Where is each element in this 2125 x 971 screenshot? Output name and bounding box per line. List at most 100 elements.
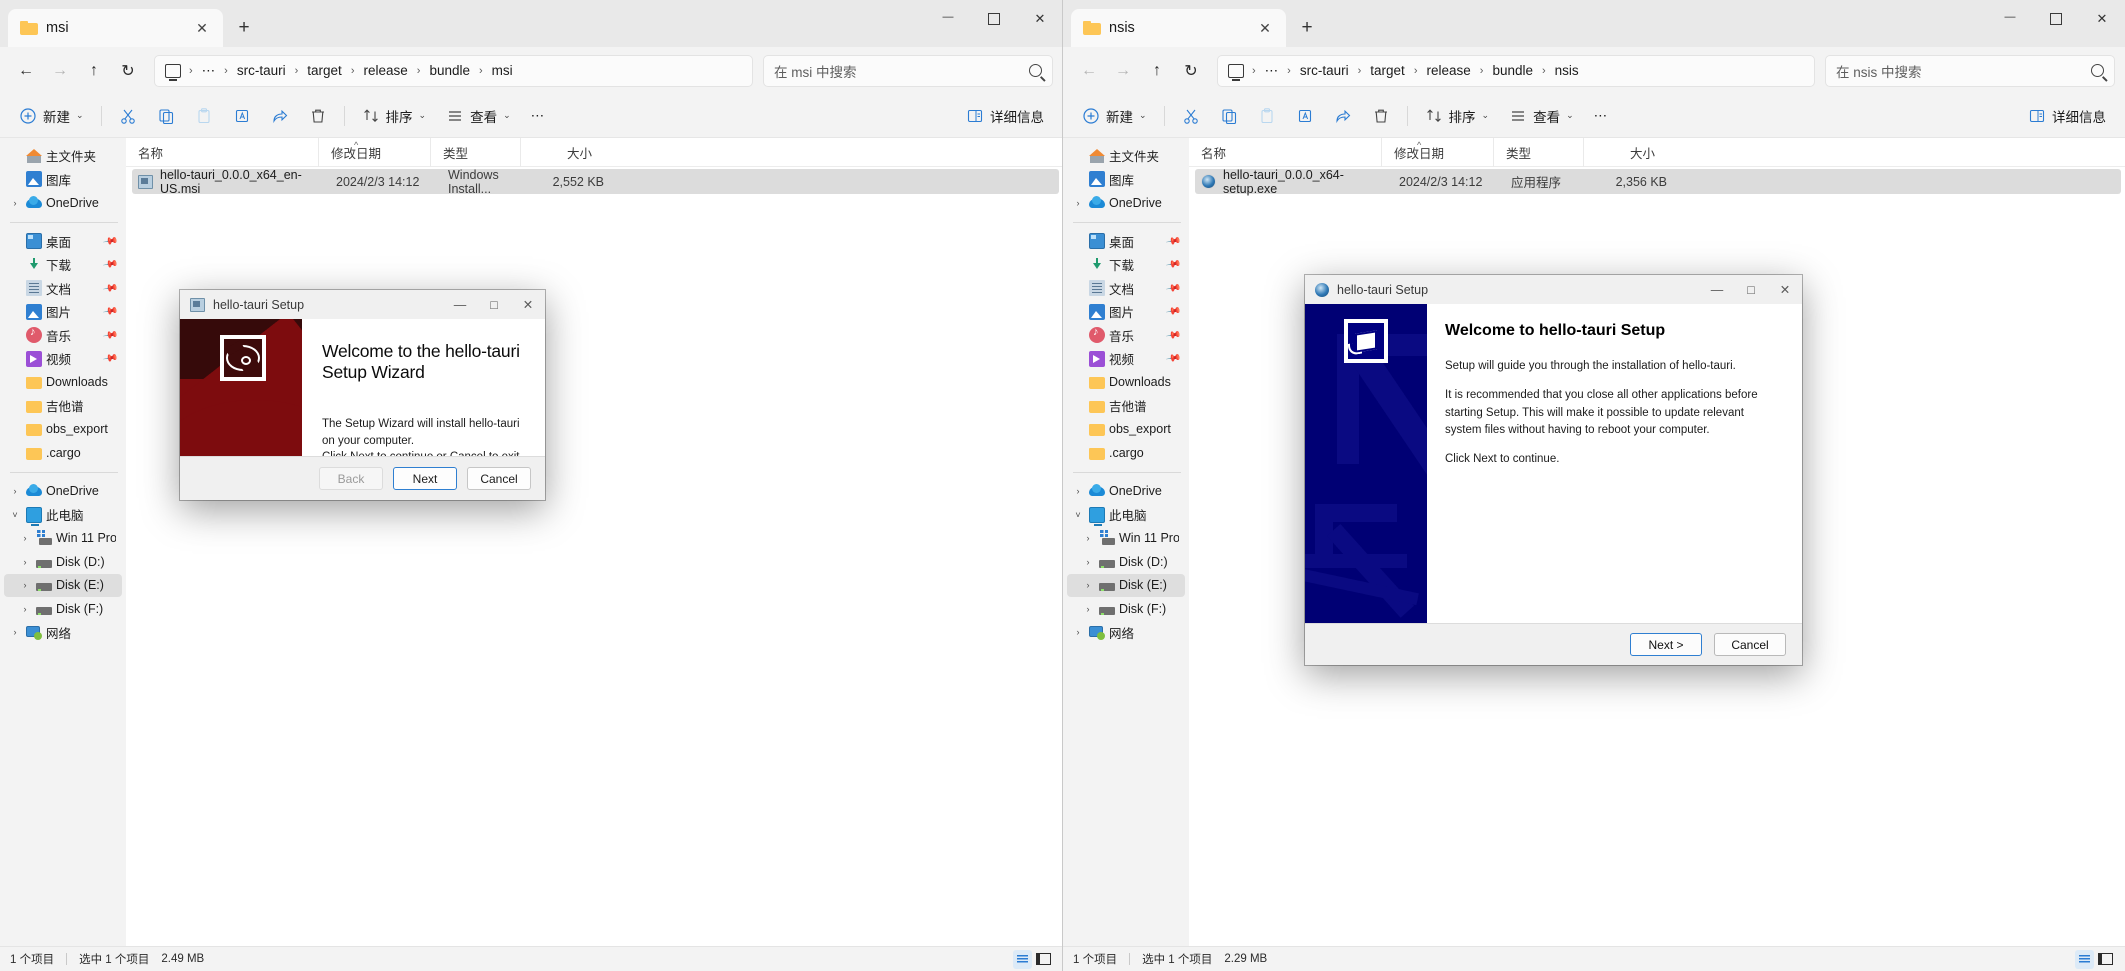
back-icon[interactable]: ← xyxy=(1073,55,1105,87)
sidebar-item-onedrive[interactable]: › OneDrive xyxy=(1067,191,1185,215)
sidebar-item-disk-f[interactable]: › Disk (F:) xyxy=(1067,597,1185,621)
sidebar-item-[interactable]: › 桌面 📌 xyxy=(1067,230,1185,254)
close-window-button[interactable] xyxy=(2079,0,2125,38)
search-input[interactable]: 在 msi 中搜索 xyxy=(763,54,1053,87)
file-name-cell[interactable]: hello-tauri_0.0.0_x64-setup.exe xyxy=(1195,168,1393,196)
chevron-right-icon[interactable]: › xyxy=(8,283,22,293)
chevron-right-icon[interactable]: › xyxy=(18,580,32,590)
chevron-right-icon[interactable]: › xyxy=(8,424,22,434)
sidebar-item-disk-d[interactable]: › Disk (D:) xyxy=(1067,550,1185,574)
chevron-right-icon[interactable]: › xyxy=(1081,557,1095,567)
up-icon[interactable]: ↑ xyxy=(1141,55,1173,87)
view-button[interactable]: 查看 ⌄ xyxy=(1500,100,1583,132)
chevron-right-icon[interactable]: › xyxy=(8,377,22,387)
pin-icon[interactable]: 📌 xyxy=(1165,351,1182,367)
copy-button[interactable] xyxy=(1211,100,1247,132)
breadcrumb-item-0[interactable]: ⋯ xyxy=(1260,63,1284,79)
navigation-sidebar[interactable]: › 主文件夹 › 图库 › OneDrive › 桌面 📌 › 下载 📌 › 文档 📌 › 图片 📌 › 音乐 📌 › 视频… xyxy=(0,138,126,946)
sidebar-item-[interactable]: › 视频 📌 xyxy=(1067,347,1185,371)
sidebar-item-[interactable]: › 图片 📌 xyxy=(1067,300,1185,324)
sidebar-item-[interactable]: › 下载 📌 xyxy=(4,253,122,277)
sidebar-item-[interactable]: › 视频 📌 xyxy=(4,347,122,371)
chevron-right-icon[interactable]: › xyxy=(1081,604,1095,614)
sidebar-item-[interactable]: › 吉他谱 xyxy=(1067,394,1185,418)
column-header-size[interactable]: 大小 xyxy=(520,137,604,167)
chevron-right-icon[interactable]: › xyxy=(1071,424,1085,434)
column-header-date[interactable]: 修改日期 xyxy=(1381,137,1493,167)
chevron-right-icon[interactable]: › xyxy=(1071,198,1085,208)
maximize-button[interactable] xyxy=(971,0,1017,38)
sidebar-item-[interactable]: › 图库 xyxy=(4,168,122,192)
maximize-button[interactable] xyxy=(2033,0,2079,38)
sidebar-item-disk-f[interactable]: › Disk (F:) xyxy=(4,597,122,621)
up-icon[interactable]: ↑ xyxy=(78,55,110,87)
cancel-button[interactable]: Cancel xyxy=(467,467,531,490)
chevron-right-icon[interactable]: › xyxy=(1081,580,1095,590)
rename-button[interactable] xyxy=(1287,100,1323,132)
tab-msi[interactable]: msi ✕ xyxy=(8,9,223,47)
sidebar-item-onedrive[interactable]: › OneDrive xyxy=(4,480,122,504)
chevron-right-icon[interactable]: › xyxy=(18,557,32,567)
sidebar-item-downloads[interactable]: › Downloads xyxy=(1067,371,1185,395)
new-tab-button[interactable]: + xyxy=(1292,13,1322,43)
pin-icon[interactable]: 📌 xyxy=(102,351,119,367)
chevron-right-icon[interactable]: › xyxy=(8,627,22,637)
close-icon[interactable]: ✕ xyxy=(191,17,213,39)
breadcrumb-item-2[interactable]: target xyxy=(1365,63,1410,78)
chevron-right-icon[interactable]: › xyxy=(8,354,22,364)
sidebar-item-[interactable]: › 图库 xyxy=(1067,168,1185,192)
pin-icon[interactable]: 📌 xyxy=(1165,257,1182,273)
maximize-button[interactable]: □ xyxy=(1734,275,1768,304)
table-row[interactable]: hello-tauri_0.0.0_x64-setup.exe 2024/2/3… xyxy=(1195,168,2121,196)
sidebar-item-[interactable]: › 文档 📌 xyxy=(1067,277,1185,301)
pin-icon[interactable]: 📌 xyxy=(1165,280,1182,296)
sidebar-item-[interactable]: ˅ 此电脑 xyxy=(1067,503,1185,527)
tab-nsis[interactable]: nsis ✕ xyxy=(1071,9,1286,47)
sidebar-item-[interactable]: › 主文件夹 xyxy=(1067,144,1185,168)
pin-icon[interactable]: 📌 xyxy=(102,233,119,249)
forward-icon[interactable]: → xyxy=(1107,55,1139,87)
sidebar-item-[interactable]: › 音乐 📌 xyxy=(1067,324,1185,348)
chevron-right-icon[interactable]: › xyxy=(8,198,22,208)
refresh-icon[interactable]: ↻ xyxy=(1175,55,1207,87)
details-view-icon[interactable] xyxy=(1034,950,1053,969)
chevron-right-icon[interactable]: › xyxy=(1071,354,1085,364)
sidebar-item-onedrive[interactable]: › OneDrive xyxy=(4,191,122,215)
close-button[interactable]: ✕ xyxy=(1768,275,1802,304)
sidebar-item-cargo[interactable]: › .cargo xyxy=(1067,441,1185,465)
minimize-button[interactable]: — xyxy=(1700,275,1734,304)
pin-icon[interactable]: 📌 xyxy=(1165,304,1182,320)
share-button[interactable] xyxy=(1325,100,1361,132)
breadcrumb-item-3[interactable]: release xyxy=(1421,63,1475,78)
back-icon[interactable]: ← xyxy=(10,55,42,87)
chevron-right-icon[interactable]: › xyxy=(1071,236,1085,246)
refresh-icon[interactable]: ↻ xyxy=(112,55,144,87)
breadcrumb-item-3[interactable]: release xyxy=(358,63,412,78)
chevron-right-icon[interactable]: › xyxy=(1071,260,1085,270)
new-button[interactable]: 新建 ⌄ xyxy=(10,100,93,132)
close-button[interactable]: ✕ xyxy=(511,290,545,319)
more-button[interactable]: ⋯ xyxy=(522,100,554,132)
paste-button[interactable] xyxy=(186,100,222,132)
next-button[interactable]: Next xyxy=(393,467,457,490)
chevron-right-icon[interactable]: › xyxy=(8,174,22,184)
chevron-right-icon[interactable]: › xyxy=(1071,330,1085,340)
breadcrumb-item-0[interactable]: ⋯ xyxy=(197,63,221,79)
breadcrumb[interactable]: › ⋯ › src-tauri › target › release › bun… xyxy=(1217,54,1815,87)
sidebar-item-[interactable]: › 文档 📌 xyxy=(4,277,122,301)
breadcrumb-item-2[interactable]: target xyxy=(302,63,347,78)
back-button[interactable]: Back xyxy=(319,467,383,490)
close-icon[interactable]: ✕ xyxy=(1254,17,1276,39)
sidebar-item-obs-export[interactable]: › obs_export xyxy=(1067,418,1185,442)
dialog-title-bar[interactable]: hello-tauri Setup — □ ✕ xyxy=(1305,275,1802,304)
chevron-right-icon[interactable]: › xyxy=(18,533,32,543)
breadcrumb[interactable]: › ⋯ › src-tauri › target › release › bun… xyxy=(154,54,753,87)
breadcrumb-item-1[interactable]: src-tauri xyxy=(232,63,291,78)
chevron-right-icon[interactable]: › xyxy=(8,330,22,340)
sidebar-item-[interactable]: ˅ 此电脑 xyxy=(4,503,122,527)
details-pane-button[interactable]: 详细信息 xyxy=(957,100,1053,132)
chevron-right-icon[interactable]: › xyxy=(1071,151,1085,161)
sort-button[interactable]: 排序 ⌄ xyxy=(1416,100,1499,132)
share-button[interactable] xyxy=(262,100,298,132)
column-header-date[interactable]: 修改日期 xyxy=(318,137,430,167)
